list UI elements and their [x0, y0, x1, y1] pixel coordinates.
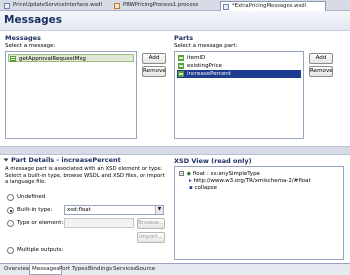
part-item[interactable]: itemID [177, 54, 301, 62]
arrow-right-icon: ▸ [189, 178, 192, 184]
add-message-button[interactable]: Add [142, 53, 166, 64]
type-or-element-field[interactable] [64, 218, 134, 228]
chevron-down-icon: ▼ [155, 206, 163, 214]
message-item-label: getApprovalRequestMsg [19, 56, 86, 62]
tab-extra-pricing-messages[interactable]: *ExtraPricingMessages.wsdl [220, 1, 326, 11]
wsdl-file-icon [223, 4, 229, 10]
tab-pricing-process[interactable]: PBWPricingProcess1.process [112, 1, 213, 11]
message-list[interactable]: getApprovalRequestMsg [5, 51, 137, 139]
part-icon [178, 71, 184, 77]
undefined-label: Undefined [17, 194, 46, 200]
import-button[interactable]: Import... [137, 232, 165, 243]
multiple-outputs-label: Multiple outputs: [17, 247, 64, 253]
select-part-label: Select a message part: [174, 43, 238, 49]
builtin-type-value: xsd:float [67, 207, 91, 213]
tab-bindings[interactable]: Bindings [86, 265, 114, 275]
xsd-view-panel: − ◆ float : xs:anySimpleType ▸ http://ww… [174, 166, 344, 260]
part-list[interactable]: itemID existingPrice increasePercent [174, 51, 304, 139]
undefined-radio[interactable] [7, 194, 14, 201]
tab-label: PBWPricingProcess1.process [123, 2, 199, 8]
part-icon [178, 55, 184, 61]
editor-header: Messages [0, 11, 350, 31]
wsdl-file-icon [4, 3, 10, 9]
browse-button[interactable]: Browse... [137, 218, 165, 229]
parts-section-title: Parts [174, 34, 194, 42]
tab-label: *ExtraPricingMessages.wsdl [232, 3, 307, 9]
collapse-icon[interactable] [3, 157, 9, 163]
editor-page-tabs: Overview Messages Port Types Bindings Se… [0, 263, 350, 275]
xsd-tree-root: − ◆ float : xs:anySimpleType [179, 171, 260, 178]
builtin-type-label: Built-in type: [17, 207, 53, 213]
expand-toggle-icon[interactable]: − [179, 171, 184, 176]
part-item-selected[interactable]: increasePercent [177, 70, 301, 78]
messages-section-title: Messages [5, 34, 41, 42]
xsd-line: collapse [194, 185, 218, 191]
part-item[interactable]: existingPrice [177, 62, 301, 70]
select-message-label: Select a message: [5, 43, 56, 49]
tab-port-types[interactable]: Port Types [57, 265, 90, 275]
part-details-description: A message part is associated with an XSD… [5, 166, 165, 186]
type-or-element-radio[interactable] [7, 220, 14, 227]
xsd-line: http://www.w3.org/TR/xmlschema-2/#float [193, 178, 311, 184]
part-details-title: Part Details - increasePercent [11, 156, 121, 164]
page-title: Messages [4, 14, 63, 26]
part-item-label: existingPrice [187, 63, 223, 69]
xsd-tree-child: ▪ collapse [189, 185, 217, 192]
message-item[interactable]: getApprovalRequestMsg [8, 54, 134, 62]
tab-price-update-wsdl[interactable]: PriceUpdateServiceInterface.wsdl [2, 1, 108, 11]
message-icon [10, 56, 16, 62]
facet-icon: ▪ [189, 185, 193, 191]
part-item-label: increasePercent [187, 71, 231, 77]
tab-label: PriceUpdateServiceInterface.wsdl [13, 2, 103, 8]
builtin-type-radio[interactable] [7, 207, 14, 214]
section-divider [0, 146, 350, 155]
remove-message-button[interactable]: Remove [142, 66, 166, 77]
xsd-line: float : xs:anySimpleType [192, 171, 260, 177]
tab-source[interactable]: Source [134, 265, 157, 275]
multiple-outputs-radio[interactable] [7, 247, 14, 254]
part-item-label: itemID [187, 55, 206, 61]
process-file-icon [114, 3, 120, 9]
tab-overview[interactable]: Overview [2, 265, 32, 275]
builtin-type-select[interactable]: xsd:float ▼ [64, 205, 164, 215]
type-or-element-label: Type or element: [17, 220, 64, 226]
part-icon [178, 63, 184, 69]
xsd-view-title: XSD View (read only) [174, 157, 252, 165]
remove-part-button[interactable]: Remove [309, 66, 333, 77]
editor-tab-bar: PriceUpdateServiceInterface.wsdl PBWPric… [0, 0, 350, 11]
xsd-tree-child: ▸ http://www.w3.org/TR/xmlschema-2/#floa… [189, 178, 311, 185]
simple-type-icon: ◆ [186, 171, 191, 177]
add-part-button[interactable]: Add [309, 53, 333, 64]
